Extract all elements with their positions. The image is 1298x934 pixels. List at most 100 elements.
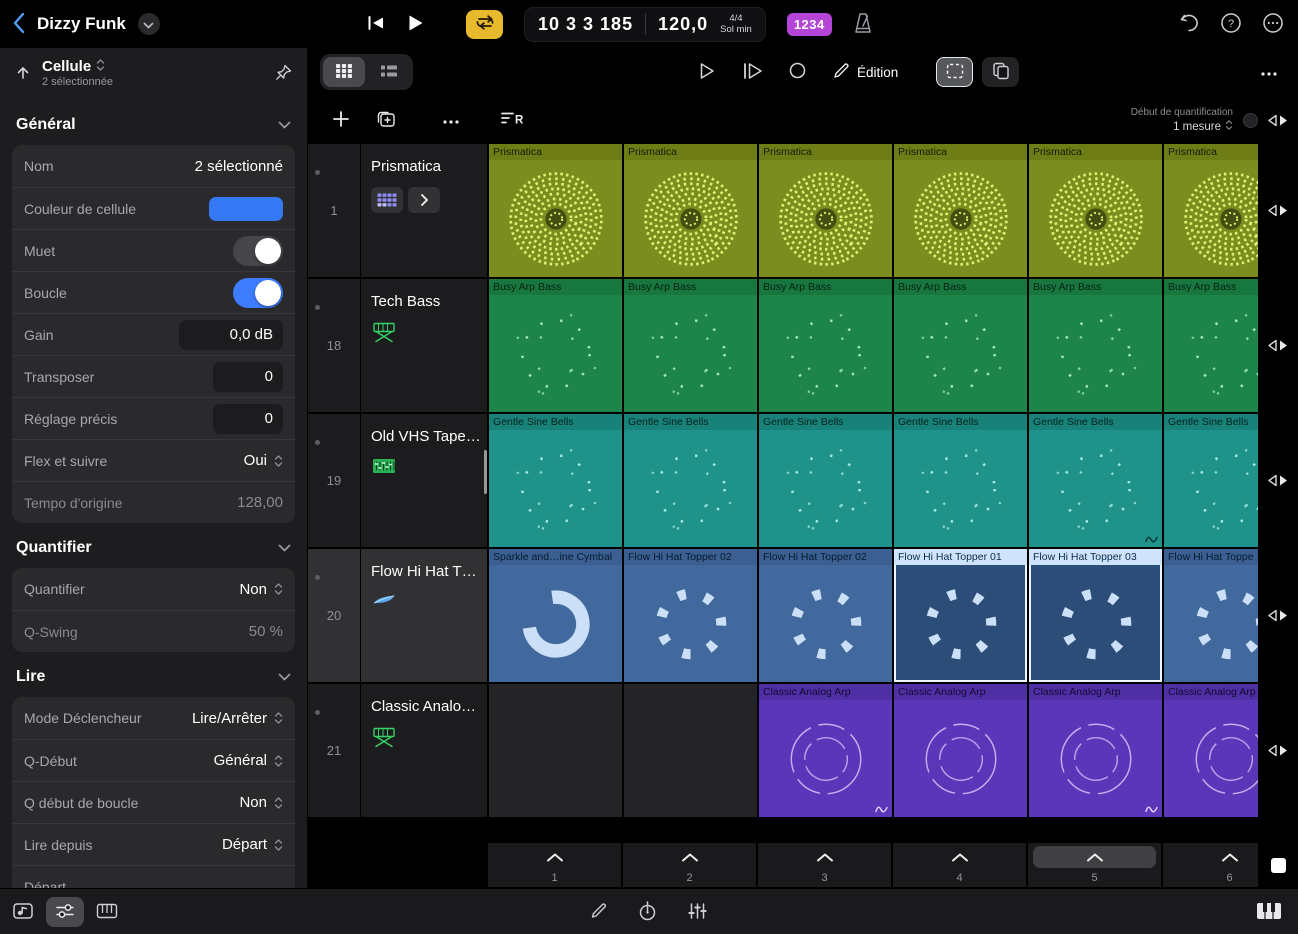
loop-cell[interactable]: Classic Analog Arp: [1029, 684, 1162, 817]
value-field[interactable]: 0,0 dB: [179, 320, 283, 350]
loop-cell[interactable]: Flow Hi Hat Topper 03: [1029, 549, 1162, 682]
play-button[interactable]: [407, 14, 424, 35]
loop-cell[interactable]: Prismatica: [624, 144, 757, 277]
loop-cell[interactable]: Busy Arp Bass: [759, 279, 892, 412]
value-field[interactable]: 0: [213, 404, 283, 434]
scene-trigger[interactable]: 5: [1028, 843, 1161, 887]
undo-button[interactable]: [1178, 13, 1200, 36]
loop-cell[interactable]: Busy Arp Bass: [489, 279, 622, 412]
tracks-view-button[interactable]: [368, 57, 410, 87]
grid-view-button[interactable]: [323, 57, 365, 87]
loop-cell[interactable]: Sparkle and…ine Cymbal: [489, 549, 622, 682]
drum-machine-icon[interactable]: [371, 187, 403, 213]
section-header-general[interactable]: Général: [12, 105, 295, 145]
controls-button[interactable]: [46, 897, 84, 927]
back-button[interactable]: [12, 12, 25, 37]
loop-cell[interactable]: Prismatica: [1164, 144, 1258, 277]
muet-toggle[interactable]: [233, 236, 283, 266]
cycle-button[interactable]: [466, 10, 503, 39]
lcd-display[interactable]: 10 3 3 185 120,0 4/4 Sol min: [524, 7, 766, 42]
row-play-button[interactable]: [1266, 744, 1290, 757]
track-header[interactable]: Prismatica: [361, 144, 487, 277]
row-play-button[interactable]: [1266, 474, 1290, 487]
setting-row-muet[interactable]: Muet: [12, 229, 295, 271]
empty-cell[interactable]: [489, 684, 622, 817]
scene-trigger[interactable]: 4: [893, 843, 1026, 887]
setting-row-gain[interactable]: Gain0,0 dB: [12, 313, 295, 355]
toolbar-more-button[interactable]: [1260, 65, 1278, 80]
loop-cell[interactable]: Busy Arp Bass: [1164, 279, 1258, 412]
loop-cell[interactable]: Gentle Sine Bells: [1164, 414, 1258, 547]
boucle-toggle[interactable]: [233, 278, 283, 308]
section-header-quantifier[interactable]: Quantifier: [12, 528, 295, 568]
setting-row-nom[interactable]: Nom2 sélectionné: [12, 145, 295, 187]
quantize-start-control[interactable]: Début de quantification 1 mesure: [1131, 106, 1233, 134]
keys-button[interactable]: [1256, 902, 1282, 923]
setting-row-q-debut[interactable]: Q-DébutGénéral: [12, 739, 295, 781]
scene-trigger[interactable]: 2: [623, 843, 756, 887]
play-from-button[interactable]: [742, 62, 762, 83]
loop-cell[interactable]: Classic Analog Arp: [1164, 684, 1258, 817]
setting-row-flex-et-suivre[interactable]: Flex et suivreOui: [12, 439, 295, 481]
setting-row-q-swing[interactable]: Q-Swing50 %: [12, 610, 295, 652]
metronome-button[interactable]: [853, 12, 873, 37]
marquee-button[interactable]: [936, 57, 973, 87]
track-header[interactable]: Classic Analo…: [361, 684, 487, 817]
inspector-up-button[interactable]: [15, 65, 31, 84]
skip-back-button[interactable]: [366, 15, 386, 34]
track-header[interactable]: Tech Bass: [361, 279, 487, 412]
loop-cell[interactable]: Gentle Sine Bells: [624, 414, 757, 547]
section-header-lire[interactable]: Lire: [12, 657, 295, 697]
track-header[interactable]: Flow Hi Hat T…: [361, 549, 487, 682]
loop-cell[interactable]: Prismatica: [1029, 144, 1162, 277]
setting-row-quantifier[interactable]: QuantifierNon: [12, 568, 295, 610]
inspector-titles[interactable]: Cellule 2 sélectionnée: [42, 58, 113, 90]
setting-row-transposer[interactable]: Transposer0: [12, 355, 295, 397]
setting-row-couleur-de-cellule[interactable]: Couleur de cellule: [12, 187, 295, 229]
setting-row-reglage-precis[interactable]: Réglage précis0: [12, 397, 295, 439]
title-menu-button[interactable]: [138, 13, 160, 35]
loop-cell[interactable]: Flow Hi Hat Topper 02: [624, 549, 757, 682]
loop-cell[interactable]: Flow Hi Hat Toppe: [1164, 549, 1258, 682]
loop-cell[interactable]: Prismatica: [489, 144, 622, 277]
empty-cell[interactable]: [624, 684, 757, 817]
loop-cell[interactable]: Classic Analog Arp: [894, 684, 1027, 817]
loop-cell[interactable]: Gentle Sine Bells: [894, 414, 1027, 547]
expand-track-button[interactable]: [408, 187, 440, 213]
loop-cell[interactable]: Gentle Sine Bells: [759, 414, 892, 547]
value-field[interactable]: 0: [213, 362, 283, 392]
setting-row-tempo-d-origine[interactable]: Tempo d'origine128,00: [12, 481, 295, 523]
paste-button[interactable]: [982, 57, 1019, 87]
pin-button[interactable]: [275, 64, 292, 84]
loop-cell[interactable]: Prismatica: [894, 144, 1027, 277]
add-track-button[interactable]: [332, 110, 350, 131]
tuning-button[interactable]: [638, 901, 658, 924]
cell-play-button[interactable]: [699, 62, 715, 83]
scene-trigger[interactable]: 1: [488, 843, 621, 887]
play-surface-button[interactable]: [96, 903, 118, 922]
setting-row-boucle[interactable]: Boucle: [12, 271, 295, 313]
scene-trigger[interactable]: 3: [758, 843, 891, 887]
scene-trigger[interactable]: 6: [1163, 843, 1258, 887]
library-button[interactable]: [12, 901, 34, 924]
row-play-button[interactable]: [1266, 609, 1290, 622]
loop-cell[interactable]: Flow Hi Hat Topper 02: [759, 549, 892, 682]
setting-row-q-debut-de-boucle[interactable]: Q début de boucleNon: [12, 781, 295, 823]
setting-row-lire-depuis[interactable]: Lire depuisDépart: [12, 823, 295, 865]
loop-cell[interactable]: Gentle Sine Bells: [489, 414, 622, 547]
row-play-button[interactable]: [1266, 339, 1290, 352]
quantize-knob[interactable]: [1243, 113, 1258, 128]
duplicate-button[interactable]: [376, 110, 396, 131]
count-in-button[interactable]: 1234: [787, 13, 832, 36]
grid-scrollbar[interactable]: [484, 450, 487, 494]
loop-cell[interactable]: Busy Arp Bass: [1029, 279, 1162, 412]
grid-more-button[interactable]: [442, 113, 460, 128]
row-play-button[interactable]: [1266, 114, 1290, 127]
more-button[interactable]: [1262, 12, 1284, 37]
edit-button[interactable]: Édition: [833, 62, 898, 82]
row-play-button[interactable]: [1266, 204, 1290, 217]
loop-cell[interactable]: Busy Arp Bass: [894, 279, 1027, 412]
loop-cell[interactable]: Busy Arp Bass: [624, 279, 757, 412]
loop-cell[interactable]: Prismatica: [759, 144, 892, 277]
color-swatch[interactable]: [209, 197, 283, 221]
